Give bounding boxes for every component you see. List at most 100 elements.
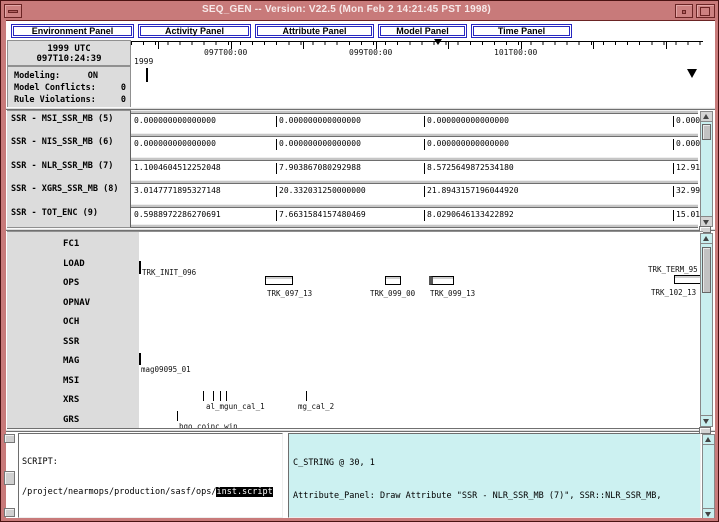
timeline-row-label: GRS [63, 415, 79, 425]
ruler-tick-label: 099T00:00 [349, 48, 392, 57]
attribute-panel-button[interactable]: Attribute Panel [255, 24, 374, 38]
activity-tick[interactable] [213, 391, 214, 401]
activity-tick[interactable] [203, 391, 204, 401]
timeline-row-label: FC1 [63, 239, 79, 249]
time-ruler[interactable]: 097T00:00 099T00:00 101T00:00 1999 [131, 40, 703, 66]
activity-box[interactable] [674, 275, 702, 284]
scroll-down-icon [703, 419, 709, 424]
attribute-value: 32.99 [673, 186, 700, 197]
modeling-value: ON [88, 70, 98, 82]
violations-label: Rule Violations: [14, 94, 96, 106]
scroll-up-button[interactable] [703, 435, 714, 445]
maximize-icon [700, 7, 710, 16]
major-tick [448, 42, 449, 49]
activity-label[interactable]: TRK_097_13 [267, 289, 312, 298]
maximize-button[interactable] [696, 4, 715, 18]
activity-panel-button[interactable]: Activity Panel [138, 24, 251, 38]
modeling-track [131, 66, 703, 108]
timeline-row-label: OCH [63, 317, 79, 327]
scroll-up-button[interactable] [701, 234, 712, 244]
attribute-values-row: 3.0147771895327148 20.332031250000000 21… [131, 186, 698, 198]
scroll-down-button[interactable] [701, 216, 712, 226]
attribute-values-row: 1.1004604512252048 7.903867080292988 8.5… [131, 163, 698, 175]
attribute-scrollbar[interactable] [700, 111, 713, 227]
scroll-down-icon [703, 220, 709, 225]
script-scroll-up-button[interactable] [4, 434, 15, 443]
activity-box[interactable] [429, 276, 454, 285]
activity-tick[interactable] [139, 261, 141, 274]
attribute-values-row: 0.000000000000000 0.000000000000000 0.00… [131, 139, 698, 151]
activity-label[interactable]: mg_cal_2 [298, 402, 334, 411]
scroll-down-button[interactable] [701, 415, 712, 425]
scroll-up-button[interactable] [701, 112, 712, 122]
activity-label[interactable]: TRK_INIT_096 [142, 268, 196, 277]
attribute-value: 0.000 [673, 139, 700, 150]
activity-label[interactable]: TRK_TERM_95 [648, 265, 698, 274]
attribute-value: 20.332031250000000 [276, 186, 366, 197]
activity-box[interactable] [385, 276, 401, 285]
log-line: Attribute_Panel: Draw Attribute "SSR - N… [293, 491, 696, 502]
timeline-row-label: OPS [63, 278, 79, 288]
activity-label[interactable]: mag09095_01 [141, 365, 191, 374]
attribute-value: 0.5988972286270691 [134, 210, 221, 221]
activity-tick[interactable] [306, 391, 307, 401]
timeline-row-label: OPNAV [63, 298, 90, 308]
environment-panel-button[interactable]: Environment Panel [11, 24, 134, 38]
timeline-row-label: MAG [63, 356, 79, 366]
script-scrollbar-thumb[interactable] [4, 471, 15, 485]
ruler-ticks [131, 41, 703, 46]
activity-label[interactable]: al_mgun_cal_1 [206, 402, 265, 411]
window-menu-button[interactable] [4, 4, 22, 18]
time-cursor[interactable] [146, 68, 148, 82]
conflicts-value: 0 [121, 82, 126, 94]
modeling-label: Modeling: [14, 70, 60, 82]
attribute-values-row: 0.000000000000000 0.000000000000000 0.00… [131, 116, 698, 128]
activity-box[interactable] [265, 276, 293, 285]
activity-label[interactable]: TRK_102_13 [651, 288, 696, 297]
scroll-down-button[interactable] [703, 508, 714, 518]
activity-tick[interactable] [226, 391, 227, 401]
attribute-band [131, 110, 698, 114]
script-label: SCRIPT: [22, 457, 279, 467]
attribute-value: 0.000000000000000 [134, 139, 216, 150]
attribute-value: 0.000000000000000 [276, 139, 361, 150]
log-scrollbar[interactable] [702, 434, 715, 518]
ruler-year-label: 1999 [134, 57, 153, 66]
scrollbar-thumb[interactable] [702, 124, 711, 140]
current-utc-time: 097T10:24:39 [8, 54, 130, 64]
script-scroll-down-button[interactable] [4, 508, 15, 517]
script-info-panel[interactable]: SCRIPT: /project/nearmops/production/sas… [18, 433, 283, 518]
attribute-band [131, 157, 698, 161]
attribute-value: 7.903867080292988 [276, 163, 361, 174]
ruler-marker-icon[interactable] [434, 39, 442, 45]
minimize-button[interactable] [675, 4, 693, 18]
timeline-row-labels: FC1 LOAD OPS OPNAV OCH SSR MAG MSI XRS G… [7, 231, 139, 429]
button-label: Model Panel [396, 26, 449, 36]
activity-label[interactable]: bgo_coinc_win [179, 422, 238, 429]
ruler-tick-label: 097T00:00 [204, 48, 247, 57]
pane-separator [6, 429, 715, 432]
button-label: Time Panel [498, 26, 545, 36]
model-marker-icon[interactable] [687, 69, 697, 78]
attribute-value: 15.01 [673, 210, 700, 221]
attribute-label: SSR - NIS_SSR_MB (6) [11, 137, 113, 147]
script-path-prefix: /project/nearmops/production/sasf/ops/ [22, 487, 216, 497]
attribute-value: 0.000000000000000 [276, 116, 361, 127]
activity-label[interactable]: TRK_099_00 [370, 289, 415, 298]
attribute-value: 0.000000000000000 [424, 116, 509, 127]
activity-tick[interactable] [177, 411, 178, 421]
activity-tick[interactable] [139, 353, 141, 365]
titlebar: SEQ_GEN -- Version: V22.5 (Mon Feb 2 14:… [3, 3, 718, 19]
message-log-panel[interactable]: C_STRING @ 30, 1 Attribute_Panel: Draw A… [288, 433, 701, 518]
timeline-canvas[interactable]: TRK_INIT_096 TRK_097_13 TRK_099_00 TRK_0… [139, 231, 703, 429]
attribute-value: 3.0147771895327148 [134, 186, 221, 197]
time-panel-button[interactable]: Time Panel [471, 24, 572, 38]
major-tick [158, 42, 159, 49]
conflicts-label: Model Conflicts: [14, 82, 96, 94]
activity-label[interactable]: TRK_099_13 [430, 289, 475, 298]
scrollbar-thumb[interactable] [702, 247, 711, 293]
timeline-scrollbar[interactable] [700, 233, 713, 427]
model-panel-button[interactable]: Model Panel [378, 24, 467, 38]
modeling-status-box: Modeling: ON Model Conflicts: 0 Rule Viola… [7, 66, 131, 108]
activity-tick[interactable] [220, 391, 221, 401]
